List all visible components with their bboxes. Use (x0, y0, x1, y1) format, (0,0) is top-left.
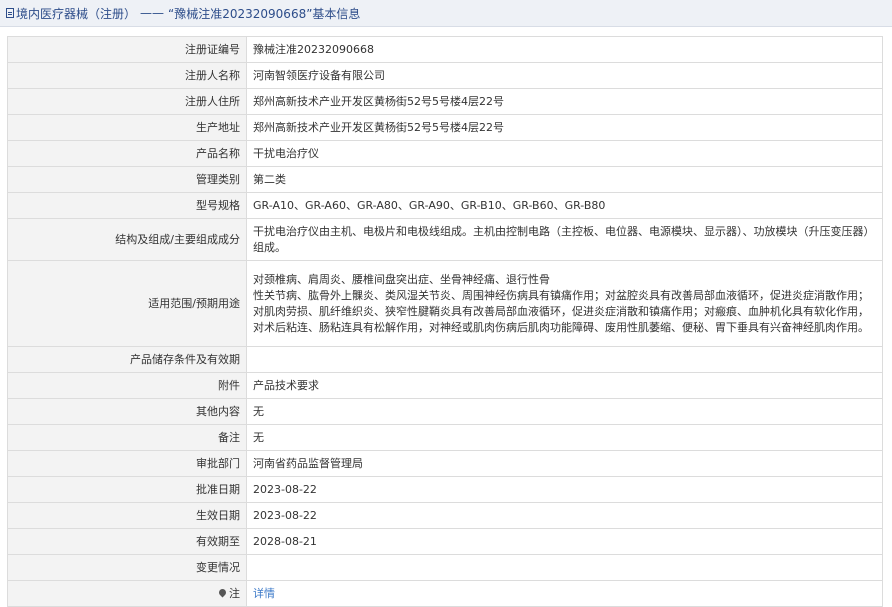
row-value: 豫械注准20232090668 (246, 36, 883, 63)
header-subtitle: “豫械注准20232090668”基本信息 (168, 6, 361, 21)
row-value: 第二类 (246, 166, 883, 193)
row-label: 批准日期 (7, 476, 247, 503)
table-row: 生产地址 郑州高新技术产业开发区黄杨街52号5号楼4层22号 (7, 114, 883, 141)
document-icon (6, 8, 14, 18)
row-label: 管理类别 (7, 166, 247, 193)
info-table: 注册证编号 豫械注准20232090668 注册人名称 河南智领医疗设备有限公司… (7, 36, 883, 607)
row-value: 郑州高新技术产业开发区黄杨街52号5号楼4层22号 (246, 114, 883, 141)
row-label: 型号规格 (7, 192, 247, 219)
row-label: 注册人名称 (7, 62, 247, 89)
row-label: 生产地址 (7, 114, 247, 141)
table-row: 结构及组成/主要组成成分 干扰电治疗仪由主机、电极片和电极线组成。主机由控制电路… (7, 218, 883, 261)
table-row: 批准日期 2023-08-22 (7, 476, 883, 503)
table-row: 管理类别 第二类 (7, 166, 883, 193)
note-label: 注 (229, 586, 240, 600)
row-value: GR-A10、GR-A60、GR-A80、GR-A90、GR-B10、GR-B6… (246, 192, 883, 219)
row-label: 变更情况 (7, 554, 247, 581)
table-row: 注册人名称 河南智领医疗设备有限公司 (7, 62, 883, 89)
row-label: 附件 (7, 372, 247, 399)
row-value: 河南省药品监督管理局 (246, 450, 883, 477)
row-label: 产品名称 (7, 140, 247, 167)
row-label: 注册证编号 (7, 36, 247, 63)
row-value: 产品技术要求 (246, 372, 883, 399)
table-row: 其他内容 无 (7, 398, 883, 425)
row-value: 2028-08-21 (246, 528, 883, 555)
row-label: 备注 (7, 424, 247, 451)
row-label: 产品储存条件及有效期 (7, 346, 247, 373)
table-row: 注 详情 (7, 580, 883, 607)
table-row: 备注 无 (7, 424, 883, 451)
table-row: 审批部门 河南省药品监督管理局 (7, 450, 883, 477)
row-label: 审批部门 (7, 450, 247, 477)
row-label: 有效期至 (7, 528, 247, 555)
row-value: 郑州高新技术产业开发区黄杨街52号5号楼4层22号 (246, 88, 883, 115)
header-section: 境内医疗器械（注册） (16, 6, 137, 21)
pin-icon (217, 587, 228, 597)
table-row: 注册证编号 豫械注准20232090668 (7, 36, 883, 63)
row-value: 2023-08-22 (246, 502, 883, 529)
row-label-note: 注 (7, 580, 247, 607)
table-row: 生效日期 2023-08-22 (7, 502, 883, 529)
table-row: 产品名称 干扰电治疗仪 (7, 140, 883, 167)
table-row: 产品储存条件及有效期 (7, 346, 883, 373)
row-value: 2023-08-22 (246, 476, 883, 503)
row-value: 无 (246, 424, 883, 451)
table-row: 注册人住所 郑州高新技术产业开发区黄杨街52号5号楼4层22号 (7, 88, 883, 115)
row-value (246, 346, 883, 373)
row-label: 注册人住所 (7, 88, 247, 115)
row-label: 适用范围/预期用途 (7, 260, 247, 347)
table-row: 型号规格 GR-A10、GR-A60、GR-A80、GR-A90、GR-B10、… (7, 192, 883, 219)
row-label: 结构及组成/主要组成成分 (7, 218, 247, 261)
row-value: 干扰电治疗仪 (246, 140, 883, 167)
row-value: 对颈椎病、肩周炎、腰椎间盘突出症、坐骨神经痛、退行性骨 性关节病、肱骨外上髁炎、… (246, 260, 883, 347)
row-value (246, 554, 883, 581)
row-value-line-2: 性关节病、肱骨外上髁炎、类风湿关节炎、周围神经伤病具有镇痛作用；对盆腔炎具有改善… (253, 288, 869, 334)
table-row: 适用范围/预期用途 对颈椎病、肩周炎、腰椎间盘突出症、坐骨神经痛、退行性骨 性关… (7, 260, 883, 347)
table-row: 附件 产品技术要求 (7, 372, 883, 399)
row-value: 详情 (246, 580, 883, 607)
page-header: 境内医疗器械（注册） —— “豫械注准20232090668”基本信息 (0, 0, 892, 27)
row-value: 河南智领医疗设备有限公司 (246, 62, 883, 89)
row-value: 无 (246, 398, 883, 425)
row-value-line-1: 对颈椎病、肩周炎、腰椎间盘突出症、坐骨神经痛、退行性骨 (253, 272, 550, 286)
row-value: 干扰电治疗仪由主机、电极片和电极线组成。主机由控制电路（主控板、电位器、电源模块… (246, 218, 883, 261)
row-label: 其他内容 (7, 398, 247, 425)
table-row: 有效期至 2028-08-21 (7, 528, 883, 555)
table-row: 变更情况 (7, 554, 883, 581)
header-separator: —— (140, 6, 165, 20)
details-link[interactable]: 详情 (253, 587, 275, 600)
row-label: 生效日期 (7, 502, 247, 529)
